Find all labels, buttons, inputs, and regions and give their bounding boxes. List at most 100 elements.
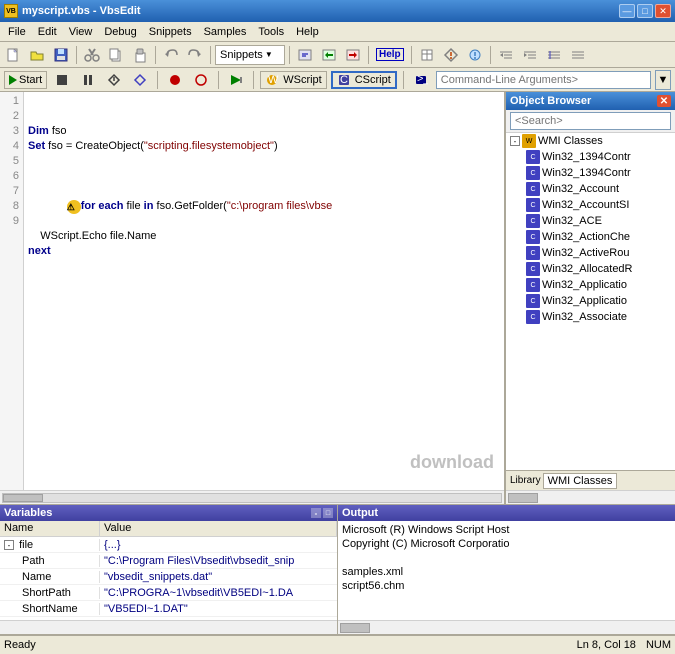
var-col-value-header: Value bbox=[100, 521, 337, 536]
open-button[interactable] bbox=[26, 44, 48, 66]
wscript-label: WScript bbox=[283, 74, 322, 86]
stop-button[interactable] bbox=[51, 69, 73, 91]
sep2 bbox=[155, 46, 156, 64]
pause-button[interactable] bbox=[77, 69, 99, 91]
uncomment-button[interactable] bbox=[567, 44, 589, 66]
tree-item-0[interactable]: C Win32_1394Contr bbox=[506, 149, 675, 165]
file-expander[interactable]: - bbox=[4, 540, 14, 550]
snippets-dropdown[interactable]: Snippets ▼ bbox=[215, 45, 285, 65]
save-button[interactable] bbox=[50, 44, 72, 66]
play-icon bbox=[9, 75, 17, 85]
comment-button[interactable] bbox=[543, 44, 565, 66]
tree-item-1[interactable]: C Win32_1394Contr bbox=[506, 165, 675, 181]
indent-button[interactable] bbox=[495, 44, 517, 66]
menu-item-view[interactable]: View bbox=[63, 24, 99, 40]
tree-item-8[interactable]: C Win32_Applicatio bbox=[506, 277, 675, 293]
tb-btn5[interactable] bbox=[294, 44, 316, 66]
main-area: 1 2 3 4 5 6 7 8 9 Dim fso Set fso = Crea… bbox=[0, 92, 675, 504]
window-title: myscript.vbs - VbsEdit bbox=[22, 5, 141, 17]
start-button[interactable]: Start bbox=[4, 71, 47, 89]
toolbar: Snippets ▼ Help bbox=[0, 42, 675, 68]
code-editor[interactable]: Dim fso Set fso = CreateObject("scriptin… bbox=[24, 92, 504, 490]
tree-item-5[interactable]: C Win32_ActionChe bbox=[506, 229, 675, 245]
variables-minimize[interactable]: - bbox=[311, 508, 321, 518]
var-row-shortpath[interactable]: ShortPath "C:\PROGRA~1\vbsedit\VB5EDI~1.… bbox=[0, 585, 337, 601]
tree-root[interactable]: - W WMI Classes bbox=[506, 133, 675, 149]
cut-button[interactable] bbox=[81, 44, 103, 66]
cmd-args-input[interactable] bbox=[436, 71, 651, 89]
wmi-classes-label: WMI Classes bbox=[548, 475, 613, 487]
ob-tree[interactable]: - W WMI Classes C Win32_1394Contr C Win3… bbox=[506, 133, 675, 470]
ob-search-input[interactable] bbox=[510, 112, 671, 130]
library-label: Library bbox=[510, 475, 541, 486]
breakpoint-button[interactable] bbox=[164, 69, 186, 91]
ob-close-button[interactable]: ✕ bbox=[657, 95, 671, 107]
minimize-button[interactable]: — bbox=[619, 4, 635, 18]
menu-item-samples[interactable]: Samples bbox=[198, 24, 253, 40]
wmi-classes-button[interactable]: WMI Classes bbox=[543, 473, 618, 489]
menu-item-file[interactable]: File bbox=[2, 24, 32, 40]
root-expander[interactable]: - bbox=[510, 136, 520, 146]
help-label: Help bbox=[376, 48, 404, 61]
cmd-icon-button[interactable]: >_ bbox=[410, 69, 432, 91]
h-scroll-track[interactable] bbox=[2, 493, 502, 503]
paste-button[interactable] bbox=[129, 44, 151, 66]
tree-item-4[interactable]: C Win32_ACE bbox=[506, 213, 675, 229]
help-button[interactable]: Help bbox=[373, 44, 407, 66]
menu-item-tools[interactable]: Tools bbox=[252, 24, 290, 40]
menu-item-debug[interactable]: Debug bbox=[98, 24, 142, 40]
var-hscroll[interactable] bbox=[0, 620, 337, 634]
ob-hscroll[interactable] bbox=[506, 490, 675, 504]
maximize-button[interactable]: □ bbox=[637, 4, 653, 18]
clear-bp-button[interactable] bbox=[190, 69, 212, 91]
menu-item-help[interactable]: Help bbox=[290, 24, 325, 40]
tree-item-6[interactable]: C Win32_ActiveRou bbox=[506, 245, 675, 261]
menu-bar: FileEditViewDebugSnippetsSamplesToolsHel… bbox=[0, 22, 675, 42]
tree-item-7[interactable]: C Win32_AllocatedR bbox=[506, 261, 675, 277]
editor-content-row: 1 2 3 4 5 6 7 8 9 Dim fso Set fso = Crea… bbox=[0, 92, 504, 490]
h-scroll-thumb[interactable] bbox=[3, 494, 43, 502]
var-row-file[interactable]: - file {...} bbox=[0, 537, 337, 553]
class-icon-3: C bbox=[526, 198, 540, 212]
ob-hscroll-thumb[interactable] bbox=[508, 493, 538, 503]
tree-item-3[interactable]: C Win32_AccountSI bbox=[506, 197, 675, 213]
output-scroll-thumb[interactable] bbox=[340, 623, 370, 633]
tb-btn8[interactable] bbox=[416, 44, 438, 66]
tb-btn7[interactable] bbox=[342, 44, 364, 66]
cmd-dropdown[interactable]: ▼ bbox=[655, 70, 671, 90]
close-button[interactable]: ✕ bbox=[655, 4, 671, 18]
new-button[interactable] bbox=[2, 44, 24, 66]
undo-button[interactable] bbox=[160, 44, 182, 66]
svg-text:C: C bbox=[340, 74, 348, 86]
step-over-button[interactable] bbox=[129, 69, 151, 91]
tb-btn6[interactable] bbox=[318, 44, 340, 66]
output-content[interactable]: Microsoft (R) Windows Script Host Copyri… bbox=[338, 521, 675, 620]
run-sep3 bbox=[253, 71, 254, 89]
code-line-8: WScript.Echo file.Name bbox=[28, 229, 500, 244]
tb-btn9[interactable] bbox=[440, 44, 462, 66]
tree-item-10[interactable]: C Win32_Associate bbox=[506, 309, 675, 325]
redo-button[interactable] bbox=[184, 44, 206, 66]
var-row-name[interactable]: Name "vbsedit_snippets.dat" bbox=[0, 569, 337, 585]
var-row-path[interactable]: Path "C:\Program Files\Vbsedit\vbsedit_s… bbox=[0, 553, 337, 569]
wscript-button[interactable]: W WScript bbox=[260, 71, 327, 89]
outdent-button[interactable] bbox=[519, 44, 541, 66]
tree-item-2[interactable]: C Win32_Account bbox=[506, 181, 675, 197]
code-line-3: Dim fso bbox=[28, 124, 500, 139]
output-hscroll[interactable] bbox=[338, 620, 675, 634]
menu-item-edit[interactable]: Edit bbox=[32, 24, 63, 40]
menu-item-snippets[interactable]: Snippets bbox=[143, 24, 198, 40]
cscript-button[interactable]: C CScript bbox=[331, 71, 397, 89]
tb-btn10[interactable] bbox=[464, 44, 486, 66]
var-scroll-area[interactable]: - file {...} Path "C:\Program Files\Vbse… bbox=[0, 537, 337, 617]
variables-maximize[interactable]: □ bbox=[323, 508, 333, 518]
path-value: "C:\Program Files\Vbsedit\vbsedit_snip bbox=[100, 555, 337, 567]
var-row-shortname[interactable]: ShortName "VB5EDI~1.DAT" bbox=[0, 601, 337, 617]
tree-item-9[interactable]: C Win32_Applicatio bbox=[506, 293, 675, 309]
output-title-label: Output bbox=[342, 507, 378, 519]
step-into-button[interactable] bbox=[103, 69, 125, 91]
run-cursor-button[interactable] bbox=[225, 69, 247, 91]
copy-button[interactable] bbox=[105, 44, 127, 66]
class-icon-2: C bbox=[526, 182, 540, 196]
class-icon-1: C bbox=[526, 166, 540, 180]
